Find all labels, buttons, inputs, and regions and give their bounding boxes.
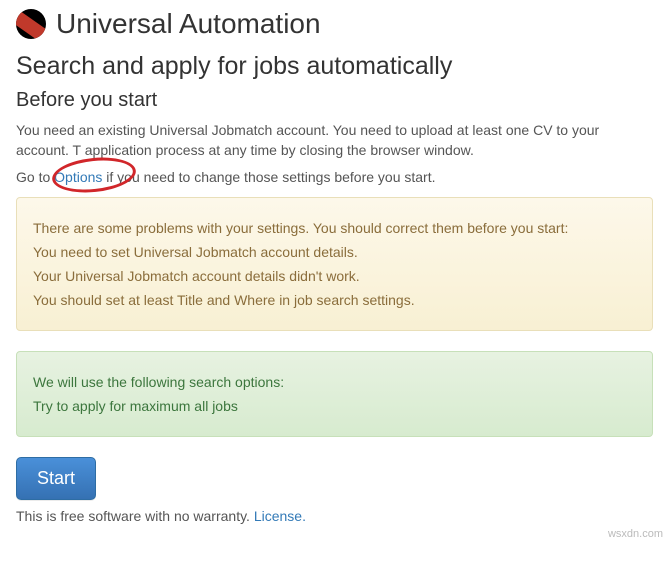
info-line-1: We will use the following search options…	[33, 374, 636, 390]
warning-line-3: Your Universal Jobmatch account details …	[33, 268, 636, 284]
warning-line-1: There are some problems with your settin…	[33, 220, 636, 236]
warning-line-2: You need to set Universal Jobmatch accou…	[33, 244, 636, 260]
page-subtitle: Search and apply for jobs automatically	[16, 52, 653, 81]
info-panel: We will use the following search options…	[16, 351, 653, 437]
start-button[interactable]: Start	[16, 457, 96, 500]
app-title: Universal Automation	[56, 8, 321, 40]
footer-text: This is free software with no warranty. …	[16, 506, 653, 526]
warning-line-4: You should set at least Title and Where …	[33, 292, 636, 308]
info-line-2: Try to apply for maximum all jobs	[33, 398, 636, 414]
warning-panel: There are some problems with your settin…	[16, 197, 653, 331]
watermark: wsxdn.com	[608, 528, 663, 540]
footer-copy: This is free software with no warranty.	[16, 508, 254, 524]
intro-p2-pre: Go to	[16, 169, 54, 185]
options-link[interactable]: Options	[54, 169, 102, 185]
intro-p2-post: if you need to change those settings bef…	[106, 169, 435, 185]
intro-paragraph-2: Go to Options if you need to change thos…	[16, 167, 653, 187]
section-heading: Before you start	[16, 89, 653, 112]
app-logo-icon	[16, 9, 46, 39]
intro-paragraph-1: You need an existing Universal Jobmatch …	[16, 120, 653, 161]
license-link[interactable]: License.	[254, 508, 306, 524]
